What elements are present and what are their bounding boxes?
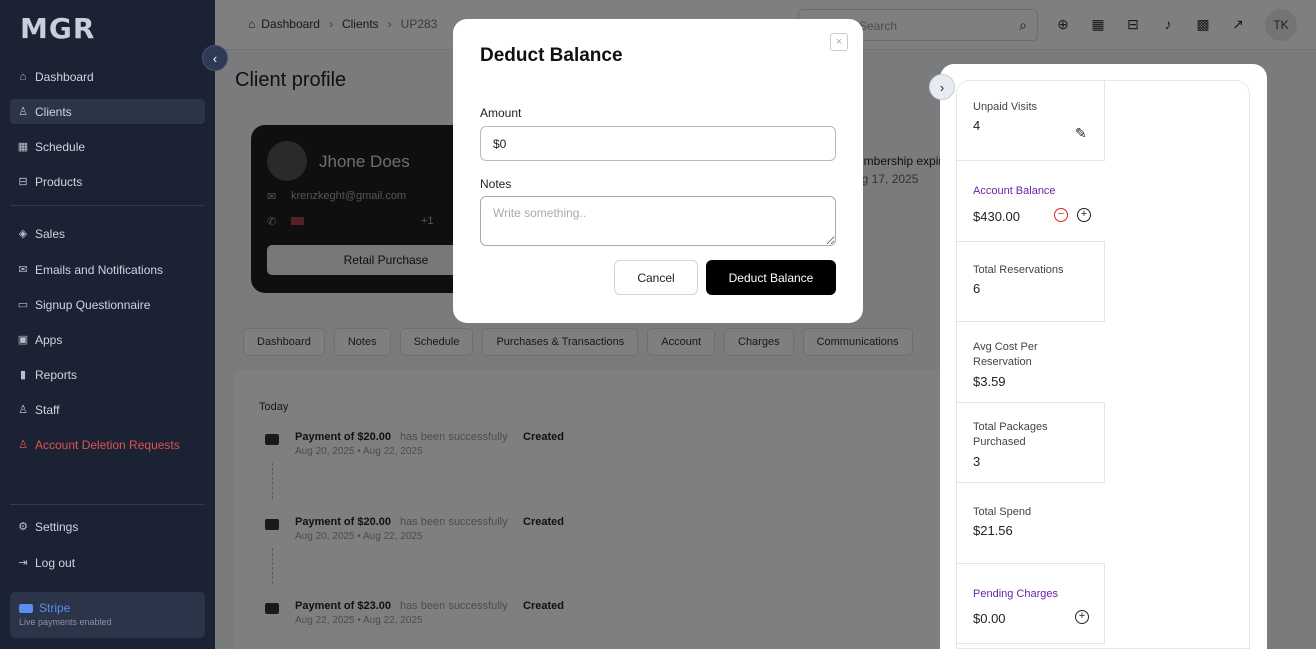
- user-icon: ♙: [18, 106, 28, 118]
- stat-value: 4: [973, 118, 981, 133]
- plus-circle-icon[interactable]: +: [1075, 610, 1089, 624]
- deduct-balance-button[interactable]: Deduct Balance: [706, 260, 836, 295]
- deduct-balance-modal: × Deduct Balance Amount Notes Cancel Ded…: [453, 19, 863, 323]
- calendar-icon: ▦: [17, 141, 29, 153]
- stat-value: $430.00: [973, 209, 1020, 224]
- stat-unpaid-visits: Unpaid Visits 4 ✎: [957, 81, 1105, 161]
- sidebar-item-label: Products: [35, 174, 83, 189]
- sidebar-item-apps[interactable]: ▣ Apps: [10, 327, 205, 352]
- stats-grid: Unpaid Visits 4 ✎ Account Balance $430.0…: [956, 80, 1250, 649]
- stat-label: Total Reservations: [973, 264, 1064, 276]
- sidebar-item-clients[interactable]: ♙ Clients: [10, 99, 205, 124]
- sidebar-item-signup-questionnaire[interactable]: ▭ Signup Questionnaire: [10, 292, 205, 317]
- stat-label: Unpaid Visits: [973, 101, 1037, 113]
- sidebar-divider: [10, 504, 205, 505]
- app-logo: MGR: [20, 12, 96, 45]
- sidebar-item-emails[interactable]: ✉ Emails and Notifications: [10, 257, 205, 282]
- sidebar-item-label: Account Deletion Requests: [35, 437, 180, 452]
- amount-label: Amount: [480, 106, 522, 120]
- client-stats-panel: Unpaid Visits 4 ✎ Account Balance $430.0…: [940, 64, 1267, 649]
- sidebar-item-label: Schedule: [35, 139, 86, 154]
- sidebar-item-staff[interactable]: ♙ Staff: [10, 397, 205, 422]
- stat-value: 3: [973, 454, 981, 469]
- stat-value: $0.00: [973, 611, 1006, 626]
- stat-total-packages: Total Packages Purchased 3: [957, 402, 1105, 483]
- stripe-title: Stripe: [39, 601, 71, 615]
- home-icon: ⌂: [19, 70, 27, 83]
- form-icon: ▭: [17, 299, 29, 311]
- stat-value: 6: [973, 281, 981, 296]
- sidebar-item-label: Settings: [35, 519, 79, 534]
- sidebar-item-dashboard[interactable]: ⌂ Dashboard: [10, 64, 205, 89]
- chevron-left-icon: ‹: [212, 50, 218, 66]
- notes-textarea[interactable]: [480, 196, 836, 246]
- sidebar-collapse-button[interactable]: ‹: [202, 45, 228, 71]
- box-icon: ◈: [18, 228, 28, 240]
- stat-pending-charges: Pending Charges $0.00 +: [957, 563, 1105, 644]
- sidebar-divider: [10, 205, 205, 206]
- stripe-subtitle: Live payments enabled: [19, 617, 112, 627]
- modal-title: Deduct Balance: [480, 45, 623, 66]
- gear-icon: ⚙: [18, 521, 28, 533]
- sidebar-item-label: Signup Questionnaire: [35, 297, 151, 312]
- sidebar-item-products[interactable]: ⊟ Products: [10, 169, 205, 194]
- sidebar-item-settings[interactable]: ⚙ Settings: [10, 514, 205, 539]
- stat-avg-cost: Avg Cost Per Reservation $3.59: [957, 322, 1105, 403]
- stripe-icon: [19, 603, 33, 613]
- user-x-icon: ♙: [18, 439, 28, 451]
- sidebar-item-account-deletion[interactable]: ♙ Account Deletion Requests: [10, 432, 205, 457]
- stat-total-reservations: Total Reservations 6: [957, 241, 1105, 322]
- minus-circle-icon[interactable]: −: [1054, 208, 1068, 222]
- stat-label: Avg Cost Per Reservation: [973, 341, 1038, 368]
- sidebar-item-label: Log out: [35, 555, 76, 570]
- sidebar-item-reports[interactable]: ▮ Reports: [10, 362, 205, 387]
- apps-icon: ▣: [17, 334, 29, 346]
- panel-toggle-button[interactable]: ›: [929, 74, 955, 100]
- stat-account-balance: Account Balance $430.00 − +: [957, 161, 1105, 242]
- stat-label: Total Spend: [973, 506, 1032, 518]
- sidebar-item-label: Emails and Notifications: [35, 262, 164, 277]
- sidebar-item-schedule[interactable]: ▦ Schedule: [10, 134, 205, 159]
- stat-label: Account Balance: [973, 185, 1056, 197]
- sidebar-item-logout[interactable]: ⇥ Log out: [10, 550, 205, 575]
- edit-icon[interactable]: ✎: [1075, 125, 1087, 142]
- amount-input[interactable]: [480, 126, 836, 161]
- sidebar-item-label: Apps: [35, 332, 63, 347]
- close-icon: ×: [835, 36, 843, 48]
- sidebar-item-label: Dashboard: [35, 69, 94, 84]
- stat-label: Total Packages Purchased: [973, 421, 1048, 448]
- chart-icon: ▮: [19, 369, 27, 381]
- stat-label: Pending Charges: [973, 588, 1059, 600]
- stripe-status[interactable]: Stripe Live payments enabled: [10, 592, 205, 638]
- sidebar: MGR ⌂ Dashboard ♙ Clients ▦ Schedule ⊟ Produ…: [0, 0, 215, 649]
- cancel-button[interactable]: Cancel: [614, 260, 698, 295]
- sidebar-item-label: Staff: [35, 402, 60, 417]
- notes-label: Notes: [480, 177, 512, 191]
- stat-total-spend: Total Spend $21.56: [957, 483, 1105, 564]
- sidebar-item-label: Sales: [35, 226, 66, 241]
- stat-value: $21.56: [973, 523, 1013, 538]
- plus-circle-icon[interactable]: +: [1077, 208, 1091, 222]
- close-button[interactable]: ×: [830, 33, 848, 51]
- logout-icon: ⇥: [18, 557, 28, 569]
- cart-icon: ⊟: [18, 176, 28, 188]
- sidebar-item-label: Clients: [35, 104, 72, 119]
- sidebar-item-sales[interactable]: ◈ Sales: [10, 221, 205, 246]
- chevron-right-icon: ›: [939, 79, 945, 95]
- mail-icon: ✉: [18, 264, 28, 276]
- stat-value: $3.59: [973, 374, 1006, 389]
- sidebar-item-label: Reports: [35, 367, 78, 382]
- users-icon: ♙: [18, 404, 28, 416]
